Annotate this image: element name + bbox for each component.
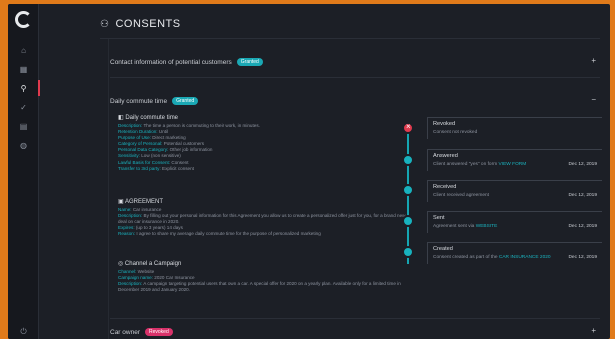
section-title: ▣ AGREEMENT bbox=[118, 199, 164, 205]
details-section: ◧ Daily commute time Description: The ti… bbox=[118, 114, 408, 172]
expand-icon[interactable]: + bbox=[591, 56, 596, 65]
timeline-text: Client received agreement bbox=[433, 193, 489, 198]
timeline-body: Client received agreement Dec 12, 2019 bbox=[433, 192, 597, 200]
timeline-title: Revoked bbox=[433, 121, 456, 127]
app-window: ⌂ ▦ ⚲ ✓ ▤ ◍ ⏻ ⚇ CONSENTS Contact informa… bbox=[8, 4, 610, 339]
person-check-icon: ⚇ bbox=[100, 18, 110, 30]
detail-row: Transfer to 3rd party: Explicit consent bbox=[118, 165, 194, 171]
main-content: ⚇ CONSENTS Contact information of potent… bbox=[40, 4, 610, 339]
timeline-text: Consent created as part of the CAR INSUR… bbox=[433, 255, 551, 260]
timeline-body: Consent created as part of the CAR INSUR… bbox=[433, 254, 597, 262]
page-header: ⚇ CONSENTS bbox=[100, 15, 181, 33]
status-badge: Revoked bbox=[144, 328, 173, 336]
view-form-link[interactable]: VIEW FORM bbox=[499, 162, 527, 167]
consent-panel-commute-time[interactable]: Daily commute time Granted − bbox=[110, 91, 600, 111]
timeline-text: Consent not revoked bbox=[433, 130, 478, 135]
timeline-body: Consent not revoked bbox=[433, 129, 597, 137]
website-link[interactable]: WEBSITE bbox=[476, 224, 498, 229]
section-title: ◎ Channel a Campaign bbox=[118, 261, 182, 267]
page-title: CONSENTS bbox=[115, 18, 181, 30]
timeline-card: Answered Client answered "yes" on form V… bbox=[427, 149, 602, 171]
timeline-card: Created Consent created as part of the C… bbox=[427, 242, 602, 264]
timeline-body: Client answered "yes" on form VIEW FORM D… bbox=[433, 161, 597, 169]
agreement-section: ▣ AGREEMENT Name: Car insurance Descript… bbox=[118, 198, 408, 237]
document-icon[interactable]: ▤ bbox=[8, 118, 39, 134]
person-icon[interactable]: ⚲ bbox=[8, 80, 40, 96]
panel-label: Daily commute time bbox=[110, 97, 168, 105]
globe-icon[interactable]: ◍ bbox=[8, 137, 39, 153]
timeline-title: Received bbox=[433, 184, 457, 190]
divider bbox=[110, 318, 600, 319]
home-icon[interactable]: ⌂ bbox=[8, 42, 39, 58]
person-check-icon[interactable]: ✓ bbox=[8, 99, 39, 115]
campaign-section: ◎ Channel a Campaign Channel: Website Ca… bbox=[118, 260, 408, 293]
timeline-text: Agreement sent via WEBSITE bbox=[433, 224, 498, 229]
status-badge: Granted bbox=[236, 58, 263, 66]
timeline-card: Revoked Consent not revoked bbox=[427, 117, 602, 139]
collapse-icon[interactable]: − bbox=[591, 95, 596, 104]
timeline-dot bbox=[402, 154, 414, 166]
panel-label: Car owner bbox=[110, 328, 140, 336]
section-title: ◧ Daily commute time bbox=[118, 115, 179, 121]
consent-panel-car-owner[interactable]: Car owner Revoked + bbox=[110, 322, 600, 339]
timeline-title: Created bbox=[433, 246, 453, 252]
content-divider bbox=[108, 39, 109, 339]
timeline-date: Dec 12, 2019 bbox=[568, 162, 597, 167]
timeline-body: Agreement sent via WEBSITE Dec 12, 2019 bbox=[433, 223, 597, 231]
timeline-title: Sent bbox=[433, 215, 445, 221]
timeline-date: Dec 12, 2019 bbox=[568, 224, 597, 229]
power-icon[interactable]: ⏻ bbox=[8, 324, 39, 339]
sidebar: ⌂ ▦ ⚲ ✓ ▤ ◍ ⏻ bbox=[8, 4, 40, 339]
grid-icon[interactable]: ▦ bbox=[8, 61, 39, 77]
timeline-card: Received Client received agreement Dec 12… bbox=[427, 180, 602, 202]
timeline-text: Client answered "yes" on form VIEW FORM bbox=[433, 162, 527, 167]
divider bbox=[110, 77, 600, 78]
timeline-dot bbox=[402, 215, 414, 227]
timeline-card: Sent Agreement sent via WEBSITE Dec 12, 2… bbox=[427, 211, 602, 233]
timeline-dot bbox=[402, 246, 414, 258]
campaign-link[interactable]: CAR INSURANCE 2020 bbox=[499, 255, 551, 260]
expand-icon[interactable]: + bbox=[591, 326, 596, 335]
header-divider bbox=[100, 38, 600, 39]
detail-row: Description: A campaign targeting potent… bbox=[118, 281, 401, 293]
timeline-date: Dec 12, 2019 bbox=[568, 255, 597, 260]
timeline-title: Answered bbox=[433, 153, 458, 159]
logo-icon bbox=[15, 11, 32, 28]
status-badge: Granted bbox=[172, 97, 199, 105]
timeline-date: Dec 12, 2019 bbox=[568, 193, 597, 198]
panel-label: Contact information of potential custome… bbox=[110, 58, 232, 66]
timeline-dot-revoked bbox=[402, 122, 414, 134]
timeline-dot bbox=[402, 184, 414, 196]
detail-row: Description: By filling out your persona… bbox=[118, 213, 406, 225]
detail-row: Reason: I agree to share my average dail… bbox=[118, 231, 321, 237]
consent-panel-contact-info[interactable]: Contact information of potential custome… bbox=[110, 52, 600, 72]
